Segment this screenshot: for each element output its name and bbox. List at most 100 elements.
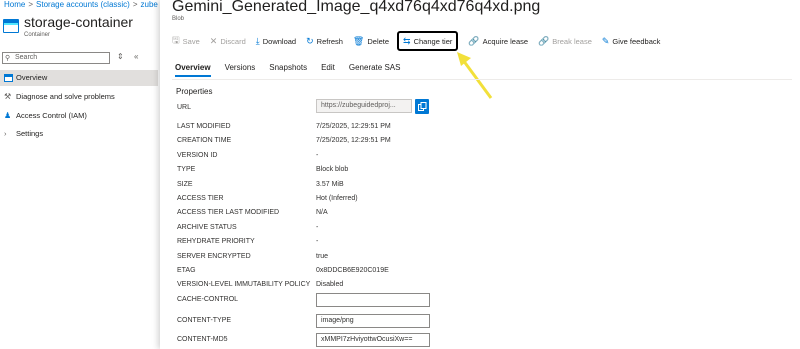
search-placeholder: Search [15, 54, 38, 61]
acquire-lease-label: Acquire lease [482, 36, 529, 46]
tab-overview[interactable]: Overview [175, 63, 211, 77]
command-bar: 🖫 Save ✕ Discard ⤓ Download ↻ Refresh 🗑 … [172, 31, 670, 51]
break-lease-button[interactable]: 🔗 Break lease [538, 33, 592, 49]
feedback-icon: ✎ [601, 35, 610, 46]
editable-field-label: CONTENT-MD5 [177, 336, 228, 343]
property-label: ETAG [177, 267, 196, 274]
sidebar-item-overview[interactable]: Overview [0, 70, 158, 86]
link-icon: 🔗 [468, 35, 480, 46]
broken-link-icon: 🔗 [538, 35, 550, 46]
tab-edit[interactable]: Edit [321, 63, 335, 77]
property-label: SIZE [177, 181, 193, 188]
tab-divider [172, 79, 792, 80]
property-label: TYPE [177, 166, 196, 173]
editable-field-input[interactable]: xMMPI7zHviyottwOcusiXw== [316, 333, 430, 347]
save-button[interactable]: 🖫 Save [172, 33, 200, 49]
filter-icon[interactable]: ⇕ [117, 52, 124, 61]
change-tier-label: Change tier [413, 36, 453, 46]
tab-versions[interactable]: Versions [225, 63, 256, 77]
sidebar-item-settings[interactable]: › Settings [0, 126, 158, 142]
container-subtitle: Container [24, 32, 51, 38]
property-label: SERVER ENCRYPTED [177, 253, 251, 260]
breadcrumb-separator: > [28, 0, 34, 9]
property-value: - [316, 224, 319, 231]
breadcrumb-separator: > [132, 0, 138, 9]
close-icon: ✕ [209, 35, 218, 46]
wrench-icon: ⚒ [4, 92, 12, 101]
property-value: Block blob [316, 166, 349, 173]
url-field[interactable]: https://zubeguidedproj... [316, 99, 412, 113]
blade-subtitle: Blob [172, 16, 185, 22]
sidebar-item-label: Access Control (IAM) [16, 111, 87, 120]
blob-properties-blade: Gemini_Generated_Image_q4xd76q4xd76q4xd.… [160, 0, 800, 349]
copy-icon [418, 102, 427, 111]
sidebar-item-label: Overview [16, 73, 48, 82]
sidebar-item-label: Diagnose and solve problems [16, 92, 115, 101]
download-button[interactable]: ⤓ Download [256, 33, 296, 49]
property-label: VERSION ID [177, 152, 218, 159]
discard-button[interactable]: ✕ Discard [210, 33, 246, 49]
discard-label: Discard [220, 36, 246, 46]
search-icon: ⚲ [5, 55, 11, 62]
tab-generate-sas[interactable]: Generate SAS [349, 63, 401, 77]
break-lease-label: Break lease [552, 36, 592, 46]
property-value: 7/25/2025, 12:29:51 PM [316, 123, 391, 130]
property-value: 0x8DDCB6E920C019E [316, 267, 389, 274]
tab-snapshots[interactable]: Snapshots [269, 63, 307, 77]
download-label: Download [262, 36, 297, 46]
property-value: - [316, 152, 319, 159]
refresh-icon: ↻ [306, 35, 314, 46]
delete-label: Delete [367, 36, 390, 46]
editable-field-label: CONTENT-TYPE [177, 317, 232, 324]
property-label: ACCESS TIER LAST MODIFIED [177, 209, 280, 216]
download-icon: ⤓ [255, 35, 260, 46]
property-value: - [316, 238, 319, 245]
container-icon [3, 19, 19, 33]
breadcrumb-account[interactable]: zube [141, 0, 158, 9]
breadcrumb-home[interactable]: Home [4, 0, 25, 9]
url-label: URL [177, 104, 192, 111]
give-feedback-label: Give feedback [612, 36, 661, 46]
property-label: ARCHIVE STATUS [177, 224, 237, 231]
property-label: CREATION TIME [177, 137, 232, 144]
give-feedback-button[interactable]: ✎ Give feedback [602, 33, 661, 49]
annotation-arrow [457, 52, 493, 99]
refresh-label: Refresh [316, 36, 343, 46]
editable-field-input[interactable] [316, 293, 430, 307]
breadcrumb: Home > Storage accounts (classic) > zube [4, 0, 158, 9]
breadcrumb-storage-accounts[interactable]: Storage accounts (classic) [36, 0, 130, 9]
container-header: storage-container Container [0, 14, 160, 44]
property-value: true [316, 253, 329, 260]
editable-field-input[interactable]: image/png [316, 314, 430, 328]
storage-icon [4, 74, 13, 82]
change-tier-button[interactable]: ⇆ Change tier [397, 31, 459, 51]
blade-title: Gemini_Generated_Image_q4xd76q4xd76q4xd.… [172, 0, 541, 15]
sidebar-item-diagnose[interactable]: ⚒ Diagnose and solve problems [0, 89, 158, 105]
acquire-lease-button[interactable]: 🔗 Acquire lease [468, 33, 528, 49]
chevron-right-icon: › [4, 129, 7, 138]
sidebar-item-iam[interactable]: ♟ Access Control (IAM) [0, 108, 158, 124]
property-label: ACCESS TIER [177, 195, 224, 202]
sidebar-item-label: Settings [16, 129, 44, 138]
save-label: Save [182, 36, 200, 46]
properties-heading: Properties [176, 87, 213, 96]
property-label: REHYDRATE PRIORITY [177, 238, 255, 245]
property-value: Disabled [316, 281, 344, 288]
collapse-menu-icon[interactable]: « [134, 52, 138, 61]
copy-url-button[interactable] [415, 99, 429, 114]
resource-menu-panel: Home > Storage accounts (classic) > zube sto… [0, 0, 160, 349]
people-icon: ♟ [4, 111, 12, 120]
save-icon: 🖫 [172, 35, 180, 45]
blob-tabs: Overview Versions Snapshots Edit Generat… [175, 63, 414, 77]
refresh-button[interactable]: ↻ Refresh [306, 33, 343, 49]
swap-arrows-icon: ⇆ [403, 35, 411, 46]
delete-button[interactable]: 🗑 Delete [353, 33, 389, 49]
property-value: 7/25/2025, 12:29:51 PM [316, 137, 391, 144]
property-label: VERSION-LEVEL IMMUTABILITY POLICY [177, 281, 311, 288]
menu-search-input[interactable]: ⚲ Search [2, 52, 110, 64]
property-value: Hot (Inferred) [316, 195, 358, 202]
trash-icon: 🗑 [352, 35, 365, 46]
property-value: N/A [316, 209, 328, 216]
property-label: LAST MODIFIED [177, 123, 231, 130]
property-value: 3.57 MiB [316, 181, 344, 188]
